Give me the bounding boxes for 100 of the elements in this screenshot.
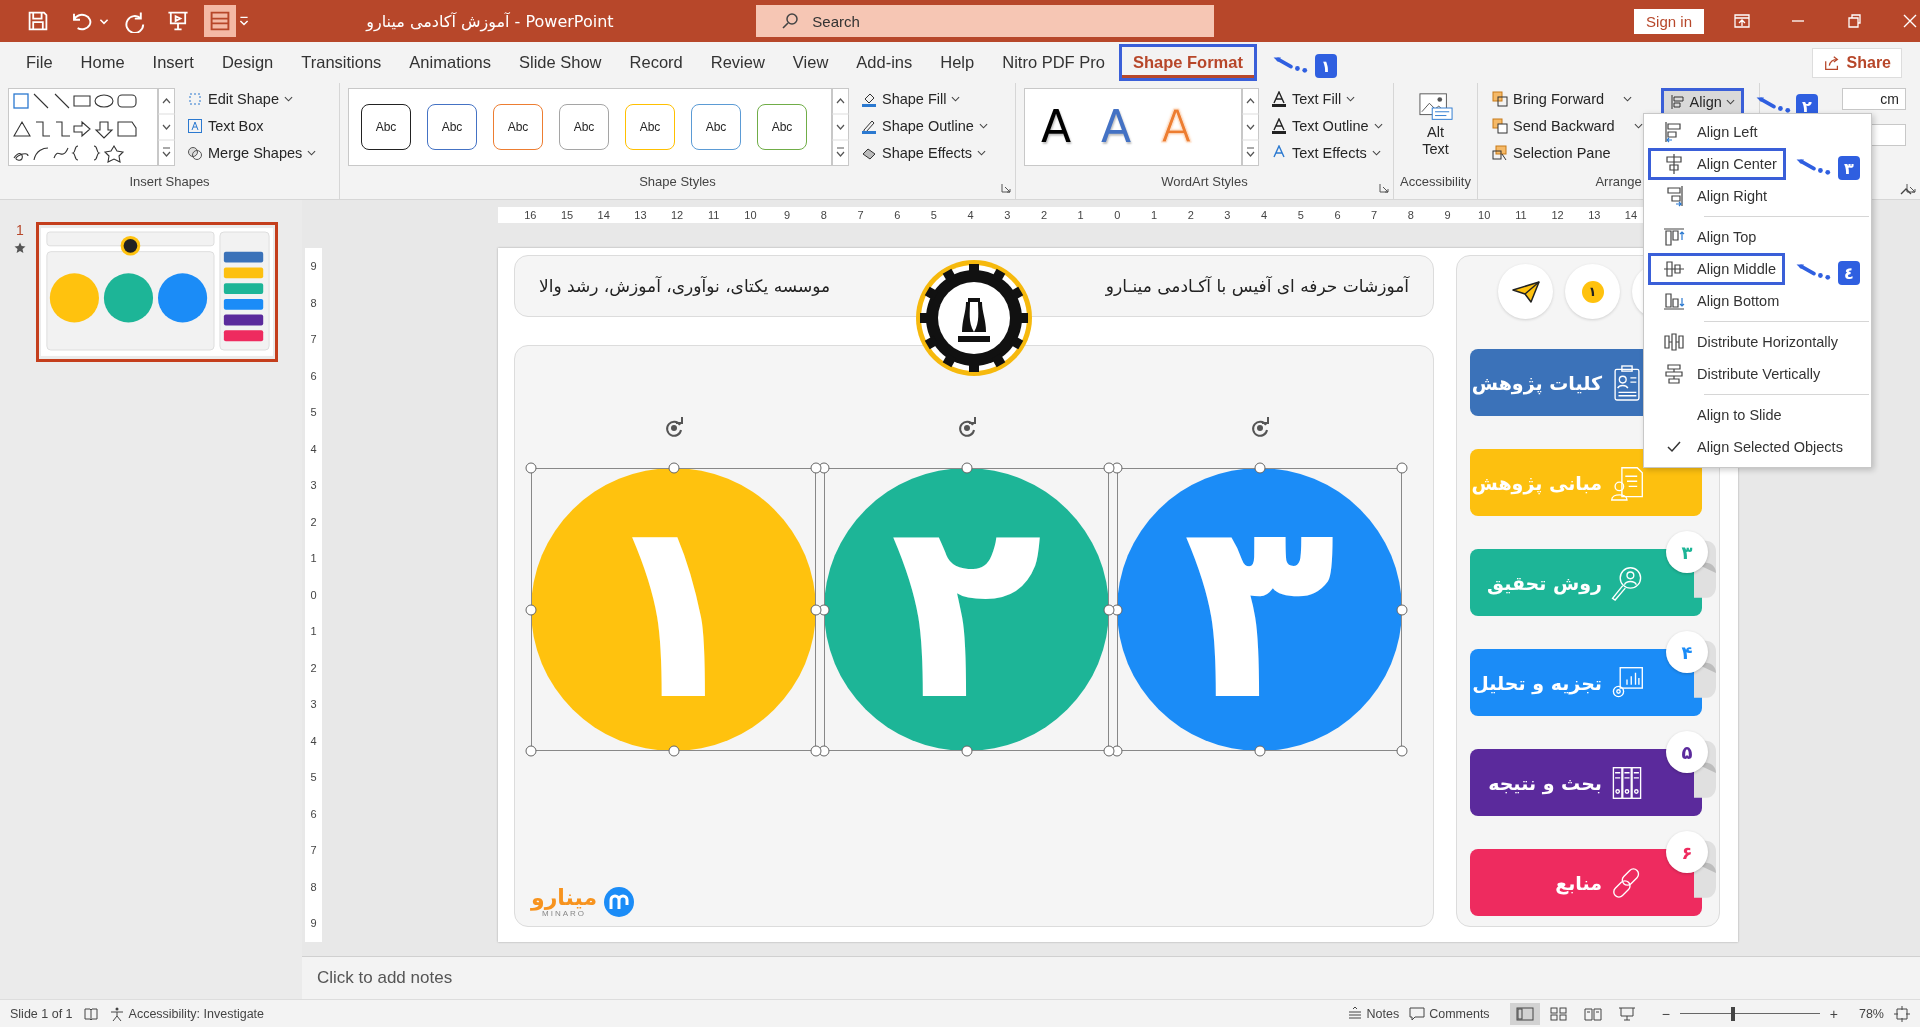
number-badge: ۵ — [1666, 731, 1708, 773]
ruler-number: 14 — [596, 208, 611, 223]
ruler-number: 4 — [309, 733, 318, 749]
shape-style-swatch[interactable]: Abc — [625, 104, 675, 150]
slide-counter: Slide 1 of 1 — [10, 1006, 73, 1021]
ruler-number: 6 — [893, 208, 902, 223]
group-label: Insert Shapes — [128, 174, 211, 189]
alt-text-button[interactable]: Alt Text — [1408, 88, 1463, 158]
zoom-level[interactable]: 78% — [1848, 1006, 1884, 1021]
ruler-number: 5 — [1296, 208, 1305, 223]
shape-style-swatch[interactable]: Abc — [361, 104, 411, 150]
zoom-out-button[interactable]: − — [1661, 1005, 1670, 1022]
ribbon-tab[interactable]: Record — [615, 44, 697, 81]
ruler-number: 3 — [309, 478, 318, 494]
group-label: Arrange — [1594, 174, 1643, 189]
number-badge: ۳ — [1666, 531, 1708, 573]
shape-style-swatch[interactable]: Abc — [757, 104, 807, 150]
ribbon-tab[interactable]: Shape Format — [1118, 44, 1257, 81]
notes-button[interactable]: Notes — [1346, 1005, 1400, 1022]
ruler-number: 9 — [783, 208, 792, 223]
ribbon-command[interactable]: Shape Fill — [861, 88, 988, 110]
ribbon-tab[interactable]: Help — [926, 44, 989, 81]
number-coin: ۱ — [1581, 280, 1604, 303]
sign-in-button[interactable]: Sign in — [1634, 8, 1704, 34]
ruler-number: 6 — [309, 368, 318, 384]
ribbon-tab[interactable]: Slide Show — [505, 44, 616, 81]
callout-badge: ٣ — [1838, 156, 1860, 180]
ruler-number: 6 — [1333, 208, 1342, 223]
ruler-number: 12 — [1550, 208, 1565, 223]
ruler-number: 8 — [309, 295, 318, 311]
ruler-number: 7 — [856, 208, 865, 223]
callout-badge: ٤ — [1838, 261, 1860, 285]
ribbon-tab[interactable]: Animations — [395, 44, 505, 81]
ribbon-tab[interactable]: Insert — [138, 44, 208, 81]
ruler-number: 10 — [1477, 208, 1492, 223]
ribbon-tab[interactable]: Nitro PDF Pro — [988, 44, 1119, 81]
window-title: آموزش آکادمی مینارو - PowerPoint — [366, 11, 615, 31]
ribbon-tab[interactable]: Home — [66, 44, 139, 81]
ribbon-command[interactable]: Shape Effects — [861, 142, 988, 164]
ruler-number: 4 — [1260, 208, 1269, 223]
height-field[interactable]: cm — [1842, 88, 1906, 110]
ruler-number: 4 — [966, 208, 975, 223]
ruler-number: 3 — [309, 697, 318, 713]
ruler-number: 4 — [309, 441, 318, 457]
callout-badge: ١ — [1314, 54, 1337, 78]
ribbon-tab[interactable]: View — [778, 44, 843, 81]
shape-style-swatch[interactable]: Abc — [559, 104, 609, 150]
ruler-number: 11 — [1514, 208, 1528, 223]
ribbon-command[interactable]: Selection Pane — [1492, 142, 1643, 164]
accessibility-button[interactable]: Accessibility: Investigate — [108, 1005, 265, 1022]
menu-item[interactable]: Align Right — [1648, 180, 1777, 212]
ribbon-command[interactable]: Bring Forward — [1492, 88, 1643, 110]
ruler-number: 10 — [743, 208, 758, 223]
align-button[interactable]: Align — [1660, 88, 1744, 116]
ribbon-tab[interactable]: Transitions — [287, 44, 396, 81]
comments-button[interactable]: Comments — [1409, 1005, 1490, 1022]
ribbon-command[interactable]: Text Outline — [1271, 115, 1383, 137]
ruler-number: 7 — [1370, 208, 1379, 223]
ribbon-command[interactable]: Text Box — [187, 115, 317, 137]
ruler-number: 8 — [309, 879, 318, 895]
menu-item[interactable]: Align Center — [1648, 148, 1786, 180]
shape-style-swatch[interactable]: Abc — [493, 104, 543, 150]
menu-item[interactable]: Align Middle — [1648, 253, 1785, 285]
ruler-number: 5 — [309, 405, 318, 421]
group-label: WordArt Styles — [1160, 174, 1249, 189]
shape-style-swatch[interactable]: Abc — [691, 104, 741, 150]
brand-wordmark: مینارو — [531, 886, 598, 909]
ribbon-tab[interactable]: File — [12, 44, 67, 81]
ribbon-command[interactable]: Merge Shapes — [187, 142, 317, 164]
ruler-number: 2 — [309, 514, 318, 530]
share-button[interactable]: Share — [1811, 47, 1902, 78]
group-label: Accessibility — [1400, 174, 1471, 189]
ruler-number: 7 — [309, 843, 318, 859]
wordart-style[interactable]: A — [1041, 105, 1072, 149]
ribbon-tab[interactable]: Design — [207, 44, 288, 81]
menu-item[interactable]: Align Left — [1648, 116, 1767, 148]
ruler-number: 9 — [309, 916, 318, 932]
ruler-number: 1 — [1076, 208, 1085, 223]
ribbon-command[interactable]: Shape Outline — [861, 115, 988, 137]
ruler-number: 2 — [309, 660, 318, 676]
ribbon-command[interactable]: Text Fill — [1271, 88, 1383, 110]
ribbon-command[interactable]: Send Backward — [1492, 115, 1643, 137]
zoom-in-button[interactable]: + — [1829, 1005, 1838, 1022]
shape-style-swatch[interactable]: Abc — [427, 104, 477, 150]
ruler-number: 16 — [523, 208, 538, 223]
ribbon-command[interactable]: Edit Shape — [187, 88, 317, 110]
wordart-style[interactable]: A — [1101, 105, 1132, 149]
ruler-number: 9 — [1443, 208, 1452, 223]
ruler-number: 3 — [1223, 208, 1232, 223]
ribbon-tab[interactable]: Add-ins — [842, 44, 927, 81]
ruler-number: 0 — [1113, 208, 1122, 223]
ruler-number: 12 — [669, 208, 685, 223]
ruler-number: 1 — [309, 624, 318, 640]
ruler-number: 8 — [819, 208, 828, 223]
ruler-number: 0 — [309, 587, 318, 603]
ribbon-tab[interactable]: Review — [696, 44, 779, 81]
ruler-number: 1 — [1149, 208, 1159, 223]
round-button[interactable]: ۱ — [1565, 264, 1620, 319]
ribbon-command[interactable]: Text Effects — [1271, 142, 1383, 164]
search-field[interactable]: Search — [756, 5, 1215, 37]
